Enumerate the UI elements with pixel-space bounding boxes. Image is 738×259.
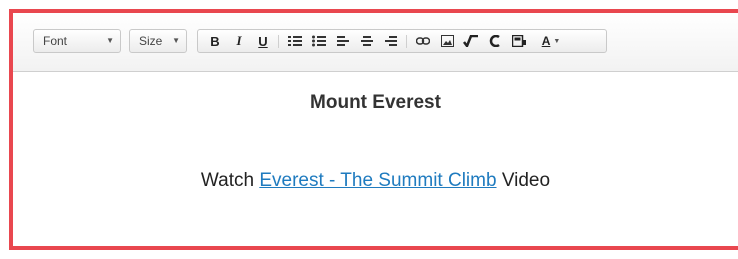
size-dropdown[interactable]: Size ▼ — [129, 29, 187, 53]
source-icon — [489, 35, 500, 47]
ordered-list-button[interactable] — [286, 30, 304, 52]
chevron-down-icon: ▼ — [106, 36, 114, 45]
insert-image-button[interactable] — [438, 30, 456, 52]
math-icon — [463, 35, 478, 47]
font-dropdown[interactable]: Font ▼ — [33, 29, 121, 53]
font-color-button[interactable]: A ▼ — [536, 30, 566, 52]
ordered-list-icon — [288, 36, 302, 46]
align-right-button[interactable] — [382, 30, 400, 52]
content-heading: Mount Everest — [310, 92, 441, 113]
link-icon — [416, 37, 430, 45]
insert-link-button[interactable] — [414, 30, 432, 52]
unordered-list-button[interactable] — [310, 30, 328, 52]
video-link[interactable]: Everest - The Summit Climb — [259, 170, 496, 191]
align-left-button[interactable] — [334, 30, 352, 52]
editor-toolbar: Font ▼ Size ▼ B I U A ▼ — [13, 13, 738, 72]
insert-media-button[interactable] — [510, 30, 528, 52]
align-center-button[interactable] — [358, 30, 376, 52]
align-right-icon — [385, 36, 397, 46]
bold-button[interactable]: B — [206, 30, 224, 52]
align-left-icon — [337, 36, 349, 46]
toolbar-separator — [406, 35, 407, 48]
toolbar-separator — [278, 35, 279, 48]
editor-content-area[interactable]: Mount Everest Watch Everest - The Summit… — [13, 72, 738, 246]
insert-math-button[interactable] — [462, 30, 480, 52]
font-dropdown-label: Font — [43, 34, 68, 48]
font-color-icon: A — [541, 34, 551, 48]
content-paragraph: Watch Everest - The Summit Climb Video — [13, 170, 738, 192]
media-icon — [512, 35, 526, 47]
underline-button[interactable]: U — [254, 30, 272, 52]
align-center-icon — [361, 36, 373, 46]
formatting-button-group: B I U A ▼ — [197, 29, 607, 53]
source-button[interactable] — [486, 30, 504, 52]
italic-button[interactable]: I — [230, 30, 248, 52]
unordered-list-icon — [312, 35, 326, 47]
rich-text-editor: Font ▼ Size ▼ B I U A ▼ Mount Everest Wa… — [9, 9, 738, 250]
chevron-down-icon: ▼ — [553, 37, 561, 45]
paragraph-prefix: Watch — [200, 170, 255, 191]
image-icon — [440, 35, 454, 47]
chevron-down-icon: ▼ — [172, 36, 180, 45]
paragraph-suffix: Video — [501, 170, 551, 191]
size-dropdown-label: Size — [139, 34, 163, 48]
